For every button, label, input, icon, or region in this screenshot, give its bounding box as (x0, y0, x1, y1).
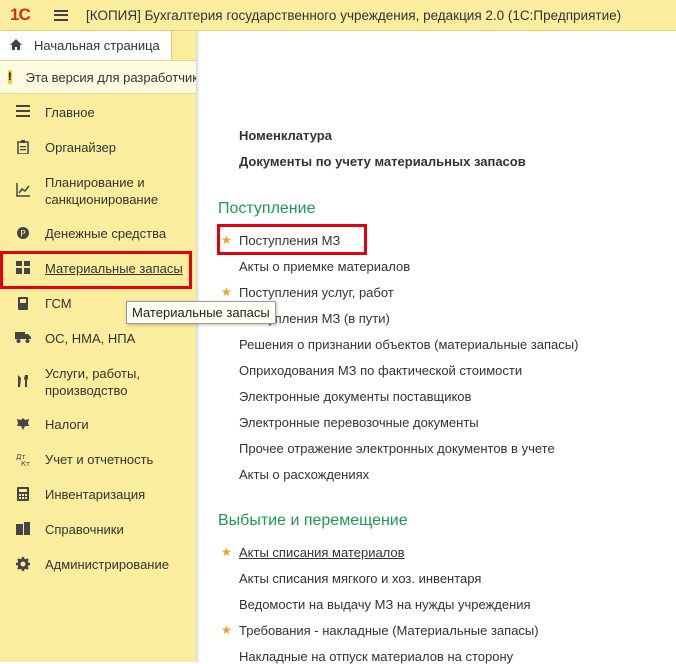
main-content: Номенклатура Документы по учету материал… (200, 31, 676, 664)
highlight-frame-receipts (217, 224, 367, 255)
link-material-documents[interactable]: Документы по учету материальных запасов (239, 154, 526, 169)
sidebar-item-label: Учет и отчетность (45, 452, 154, 467)
sidebar-item-planning[interactable]: Планирование и санкционирование (0, 174, 196, 208)
link-recognition-decisions[interactable]: Решения о признании объектов (материальн… (239, 337, 578, 352)
sidebar-item-accounting[interactable]: Дт Кт Учет и отчетность (0, 451, 196, 468)
sidebar: Главное Органайзер Планирование и санкци… (0, 94, 196, 662)
sidebar-item-money[interactable]: Р Денежные средства (0, 225, 196, 242)
sidebar-item-organizer[interactable]: Органайзер (0, 139, 196, 156)
clipboard-icon (15, 139, 31, 156)
link-actual-cost-receipts[interactable]: Оприходования МЗ по фактической стоимост… (239, 363, 522, 378)
debit-credit-icon: Дт Кт (15, 452, 31, 468)
sidebar-item-references[interactable]: Справочники (0, 521, 196, 538)
sidebar-item-label: Инвентаризация (45, 487, 146, 502)
sidebar-item-administration[interactable]: Администрирование (0, 556, 196, 573)
sidebar-item-label: Администрирование (45, 557, 169, 572)
title-bar: 1С [КОПИЯ] Бухгалтерия государственного … (0, 0, 676, 31)
link-issue-statements[interactable]: Ведомости на выдачу МЗ на нужды учрежден… (239, 597, 531, 612)
calculator-icon (15, 486, 31, 503)
link-discrepancy-acts[interactable]: Акты о расхождениях (239, 467, 369, 482)
sidebar-item-label: Налоги (45, 417, 89, 432)
sidebar-item-label: Денежные средства (45, 226, 167, 241)
svg-text:Кт: Кт (21, 460, 30, 466)
sidebar-item-label: Главное (45, 105, 95, 120)
link-service-receipts[interactable]: Поступления услуг, работ (239, 285, 394, 300)
sidebar-item-label: ОС, НМА, НПА (45, 331, 136, 346)
tab-home[interactable]: Начальная страница (0, 31, 172, 60)
1c-logo: 1С (10, 5, 31, 24)
link-acceptance-acts[interactable]: Акты о приемке материалов (239, 259, 410, 274)
home-icon (8, 38, 24, 54)
link-soft-inventory-writeoff[interactable]: Акты списания мягкого и хоз. инвентаря (239, 571, 481, 586)
highlight-frame-materials (0, 251, 192, 289)
window-title: [КОПИЯ] Бухгалтерия государственного учр… (86, 7, 622, 23)
warning-icon: ! (8, 70, 12, 84)
sidebar-item-label: Справочники (45, 522, 124, 537)
hamburger-menu-icon[interactable] (54, 9, 68, 21)
sidebar-item-taxes[interactable]: Налоги (0, 416, 196, 433)
sidebar-item-inventory[interactable]: Инвентаризация (0, 486, 196, 503)
chart-icon (15, 183, 31, 199)
warning-text: Эта версия для разработчиков (25, 69, 196, 85)
developer-warning-bar[interactable]: ! Эта версия для разработчиков (0, 60, 196, 94)
emblem-icon (15, 417, 31, 433)
sidebar-item-label: Планирование и санкционирование (45, 175, 159, 207)
sidebar-item-label: Органайзер (45, 140, 116, 155)
list-icon (15, 104, 31, 121)
link-other-edocs[interactable]: Прочее отражение электронных документов … (239, 441, 555, 456)
star-icon[interactable]: ★ (221, 623, 232, 637)
sidebar-item-label: Услуги, работы, производство (45, 366, 140, 398)
books-icon (15, 521, 31, 538)
coins-icon: Р (15, 226, 31, 242)
truck-icon (15, 331, 31, 347)
section-title-receipt: Поступление (218, 200, 316, 217)
sidebar-item-label: ГСМ (45, 296, 72, 311)
sidebar-item-main[interactable]: Главное (0, 104, 196, 121)
gear-icon (15, 556, 31, 573)
star-icon[interactable]: ★ (221, 545, 232, 559)
svg-text:Р: Р (20, 229, 26, 239)
link-nomenclature[interactable]: Номенклатура (239, 128, 332, 143)
link-requisition-invoices[interactable]: Требования - накладные (Материальные зап… (239, 623, 539, 638)
tools-icon (15, 374, 31, 390)
section-title-disposal: Выбытие и перемещение (218, 512, 408, 529)
sidebar-item-services[interactable]: Услуги, работы, производство (0, 365, 196, 399)
sidebar-item-assets[interactable]: ОС, НМА, НПА (0, 330, 196, 347)
fuel-icon (15, 296, 31, 312)
star-icon[interactable]: ★ (221, 285, 232, 299)
link-transport-edocs[interactable]: Электронные перевозочные документы (239, 415, 479, 430)
tooltip: Материальные запасы (126, 301, 276, 324)
link-supplier-edocs[interactable]: Электронные документы поставщиков (239, 389, 471, 404)
link-writeoff-acts[interactable]: Акты списания материалов (239, 545, 405, 560)
home-tab-label: Начальная страница (34, 38, 160, 53)
